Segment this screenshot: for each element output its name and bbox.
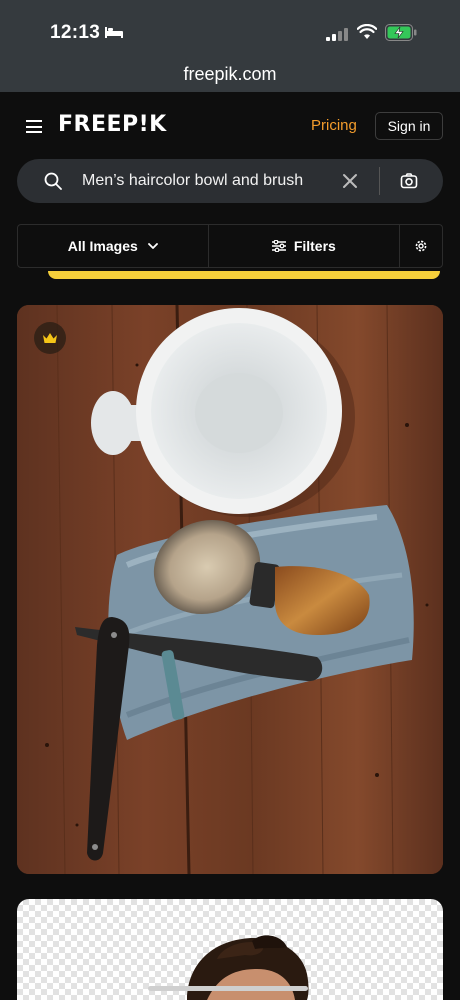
clear-search-icon[interactable] (342, 173, 358, 189)
person-cutout-image (187, 935, 309, 1000)
browser-url-bar[interactable]: freepik.com (0, 62, 460, 92)
result-image-card[interactable] (17, 305, 443, 874)
search-divider (379, 167, 380, 195)
cellular-signal-icon (326, 28, 348, 41)
status-time: 12:13 (50, 22, 101, 43)
search-bar[interactable]: Men’s haircolor bowl and brush (17, 159, 443, 203)
sleep-mode-icon (105, 27, 123, 38)
wifi-icon (357, 24, 377, 39)
search-input[interactable]: Men’s haircolor bowl and brush (82, 172, 303, 190)
search-icon[interactable] (44, 172, 62, 190)
freepik-logo[interactable]: FREEP!K (58, 112, 167, 137)
url-text: freepik.com (183, 64, 277, 84)
filters-label: Filters (293, 238, 336, 254)
gear-icon (415, 240, 427, 252)
filters-button[interactable]: Filters (209, 225, 401, 267)
hamburger-menu-icon[interactable] (26, 120, 42, 133)
shaving-kit-photo (17, 305, 443, 874)
pricing-link[interactable]: Pricing (311, 117, 357, 134)
home-indicator (148, 986, 308, 991)
promo-banner-edge (48, 271, 440, 279)
image-type-label: All Images (67, 238, 138, 254)
sign-in-button[interactable]: Sign in (375, 112, 443, 140)
camera-search-icon[interactable] (400, 172, 418, 190)
chevron-down-icon (147, 243, 158, 249)
premium-badge (34, 322, 66, 354)
site-header: FREEP!K Pricing Sign in (0, 92, 460, 160)
battery-charging-icon (385, 24, 417, 41)
status-bar: 12:13 (0, 0, 460, 62)
sliders-icon (271, 240, 286, 252)
result-image-card[interactable] (17, 899, 443, 1000)
settings-button[interactable] (400, 225, 442, 267)
image-type-dropdown[interactable]: All Images (18, 225, 209, 267)
filter-toolbar: All Images Filters (17, 224, 443, 268)
crown-icon (43, 333, 57, 343)
